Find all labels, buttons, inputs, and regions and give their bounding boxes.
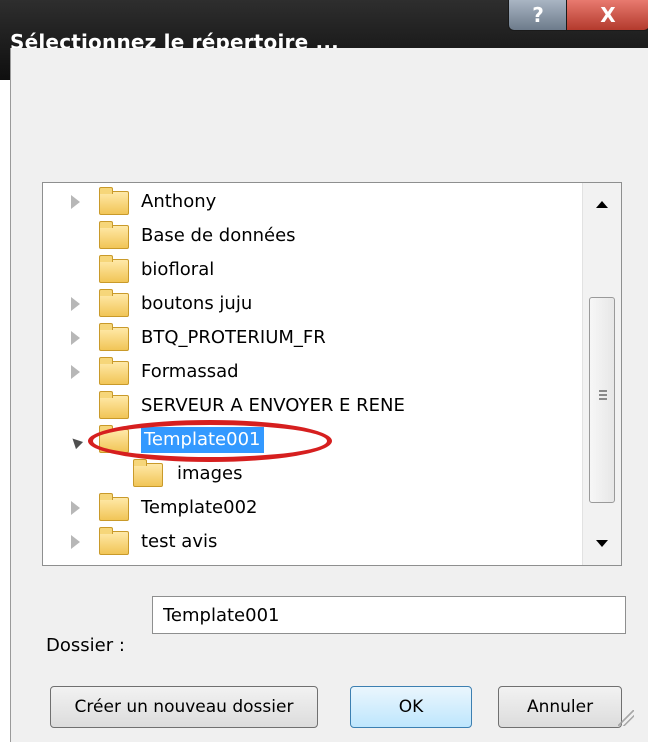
tree-row[interactable]: Formassad xyxy=(43,355,583,389)
folder-picker-window: Sélectionnez le répertoire ... ? X Antho… xyxy=(0,0,648,742)
help-button[interactable]: ? xyxy=(508,0,567,31)
scroll-down-icon[interactable] xyxy=(596,540,608,547)
tree-row[interactable]: SERVEUR A ENVOYER E RENE xyxy=(43,389,583,423)
tree-item-label: images xyxy=(177,463,243,484)
expand-arrow-icon[interactable] xyxy=(71,535,80,549)
expand-arrow-icon[interactable] xyxy=(71,297,80,311)
vertical-scrollbar[interactable] xyxy=(582,183,621,565)
close-button[interactable]: X xyxy=(566,0,648,31)
folder-icon xyxy=(99,289,129,317)
tree-item-label: Formassad xyxy=(141,361,239,382)
folder-icon xyxy=(99,187,129,215)
ok-button[interactable]: OK xyxy=(350,686,472,728)
tree-row[interactable]: biofloral xyxy=(43,253,583,287)
tree-item-label: SERVEUR A ENVOYER E RENE xyxy=(141,395,405,416)
cancel-button[interactable]: Annuler xyxy=(498,686,622,728)
folder-icon xyxy=(133,459,163,487)
folder-icon xyxy=(99,493,129,521)
folder-name-input[interactable] xyxy=(152,596,626,634)
expand-arrow-icon[interactable] xyxy=(71,195,80,209)
tree-row-selected[interactable]: Template001 xyxy=(43,423,583,457)
folder-tree[interactable]: Anthony Base de données biofloral bouton… xyxy=(42,182,622,566)
tree-row[interactable]: Template002 xyxy=(43,491,583,525)
scroll-thumb[interactable] xyxy=(589,297,615,503)
tree-item-label: Anthony xyxy=(141,191,217,212)
tree-row[interactable]: boutons juju xyxy=(43,287,583,321)
window-controls: ? X xyxy=(508,0,648,48)
tree-item-label: Template002 xyxy=(141,497,258,518)
scroll-up-icon[interactable] xyxy=(596,201,608,208)
resize-grip-icon[interactable] xyxy=(618,710,634,726)
tree-item-label: BTQ_PROTERIUM_FR xyxy=(141,327,326,348)
collapse-arrow-icon[interactable] xyxy=(68,434,84,450)
tree-row[interactable]: BTQ_PROTERIUM_FR xyxy=(43,321,583,355)
folder-label: Dossier : xyxy=(46,635,125,656)
new-folder-button[interactable]: Créer un nouveau dossier xyxy=(50,686,318,728)
tree-row[interactable]: Anthony xyxy=(43,185,583,219)
folder-icon xyxy=(99,425,129,453)
tree-item-label: Base de données xyxy=(141,225,296,246)
tree-row[interactable]: test avis xyxy=(43,525,583,559)
expand-arrow-icon[interactable] xyxy=(71,331,80,345)
tree-item-label: biofloral xyxy=(141,259,215,280)
folder-icon xyxy=(99,391,129,419)
folder-icon xyxy=(99,527,129,555)
tree-item-label: Template001 xyxy=(141,427,264,453)
expand-arrow-icon[interactable] xyxy=(71,501,80,515)
tree-item-label: boutons juju xyxy=(141,293,253,314)
tree-item-label: test avis xyxy=(141,531,218,552)
folder-icon xyxy=(99,255,129,283)
tree-list: Anthony Base de données biofloral bouton… xyxy=(43,183,583,565)
folder-icon xyxy=(99,221,129,249)
tree-row[interactable]: images xyxy=(43,457,583,491)
grip-icon xyxy=(599,390,607,400)
folder-icon xyxy=(99,357,129,385)
expand-arrow-icon[interactable] xyxy=(71,365,80,379)
folder-icon xyxy=(99,323,129,351)
tree-row[interactable]: Base de données xyxy=(43,219,583,253)
